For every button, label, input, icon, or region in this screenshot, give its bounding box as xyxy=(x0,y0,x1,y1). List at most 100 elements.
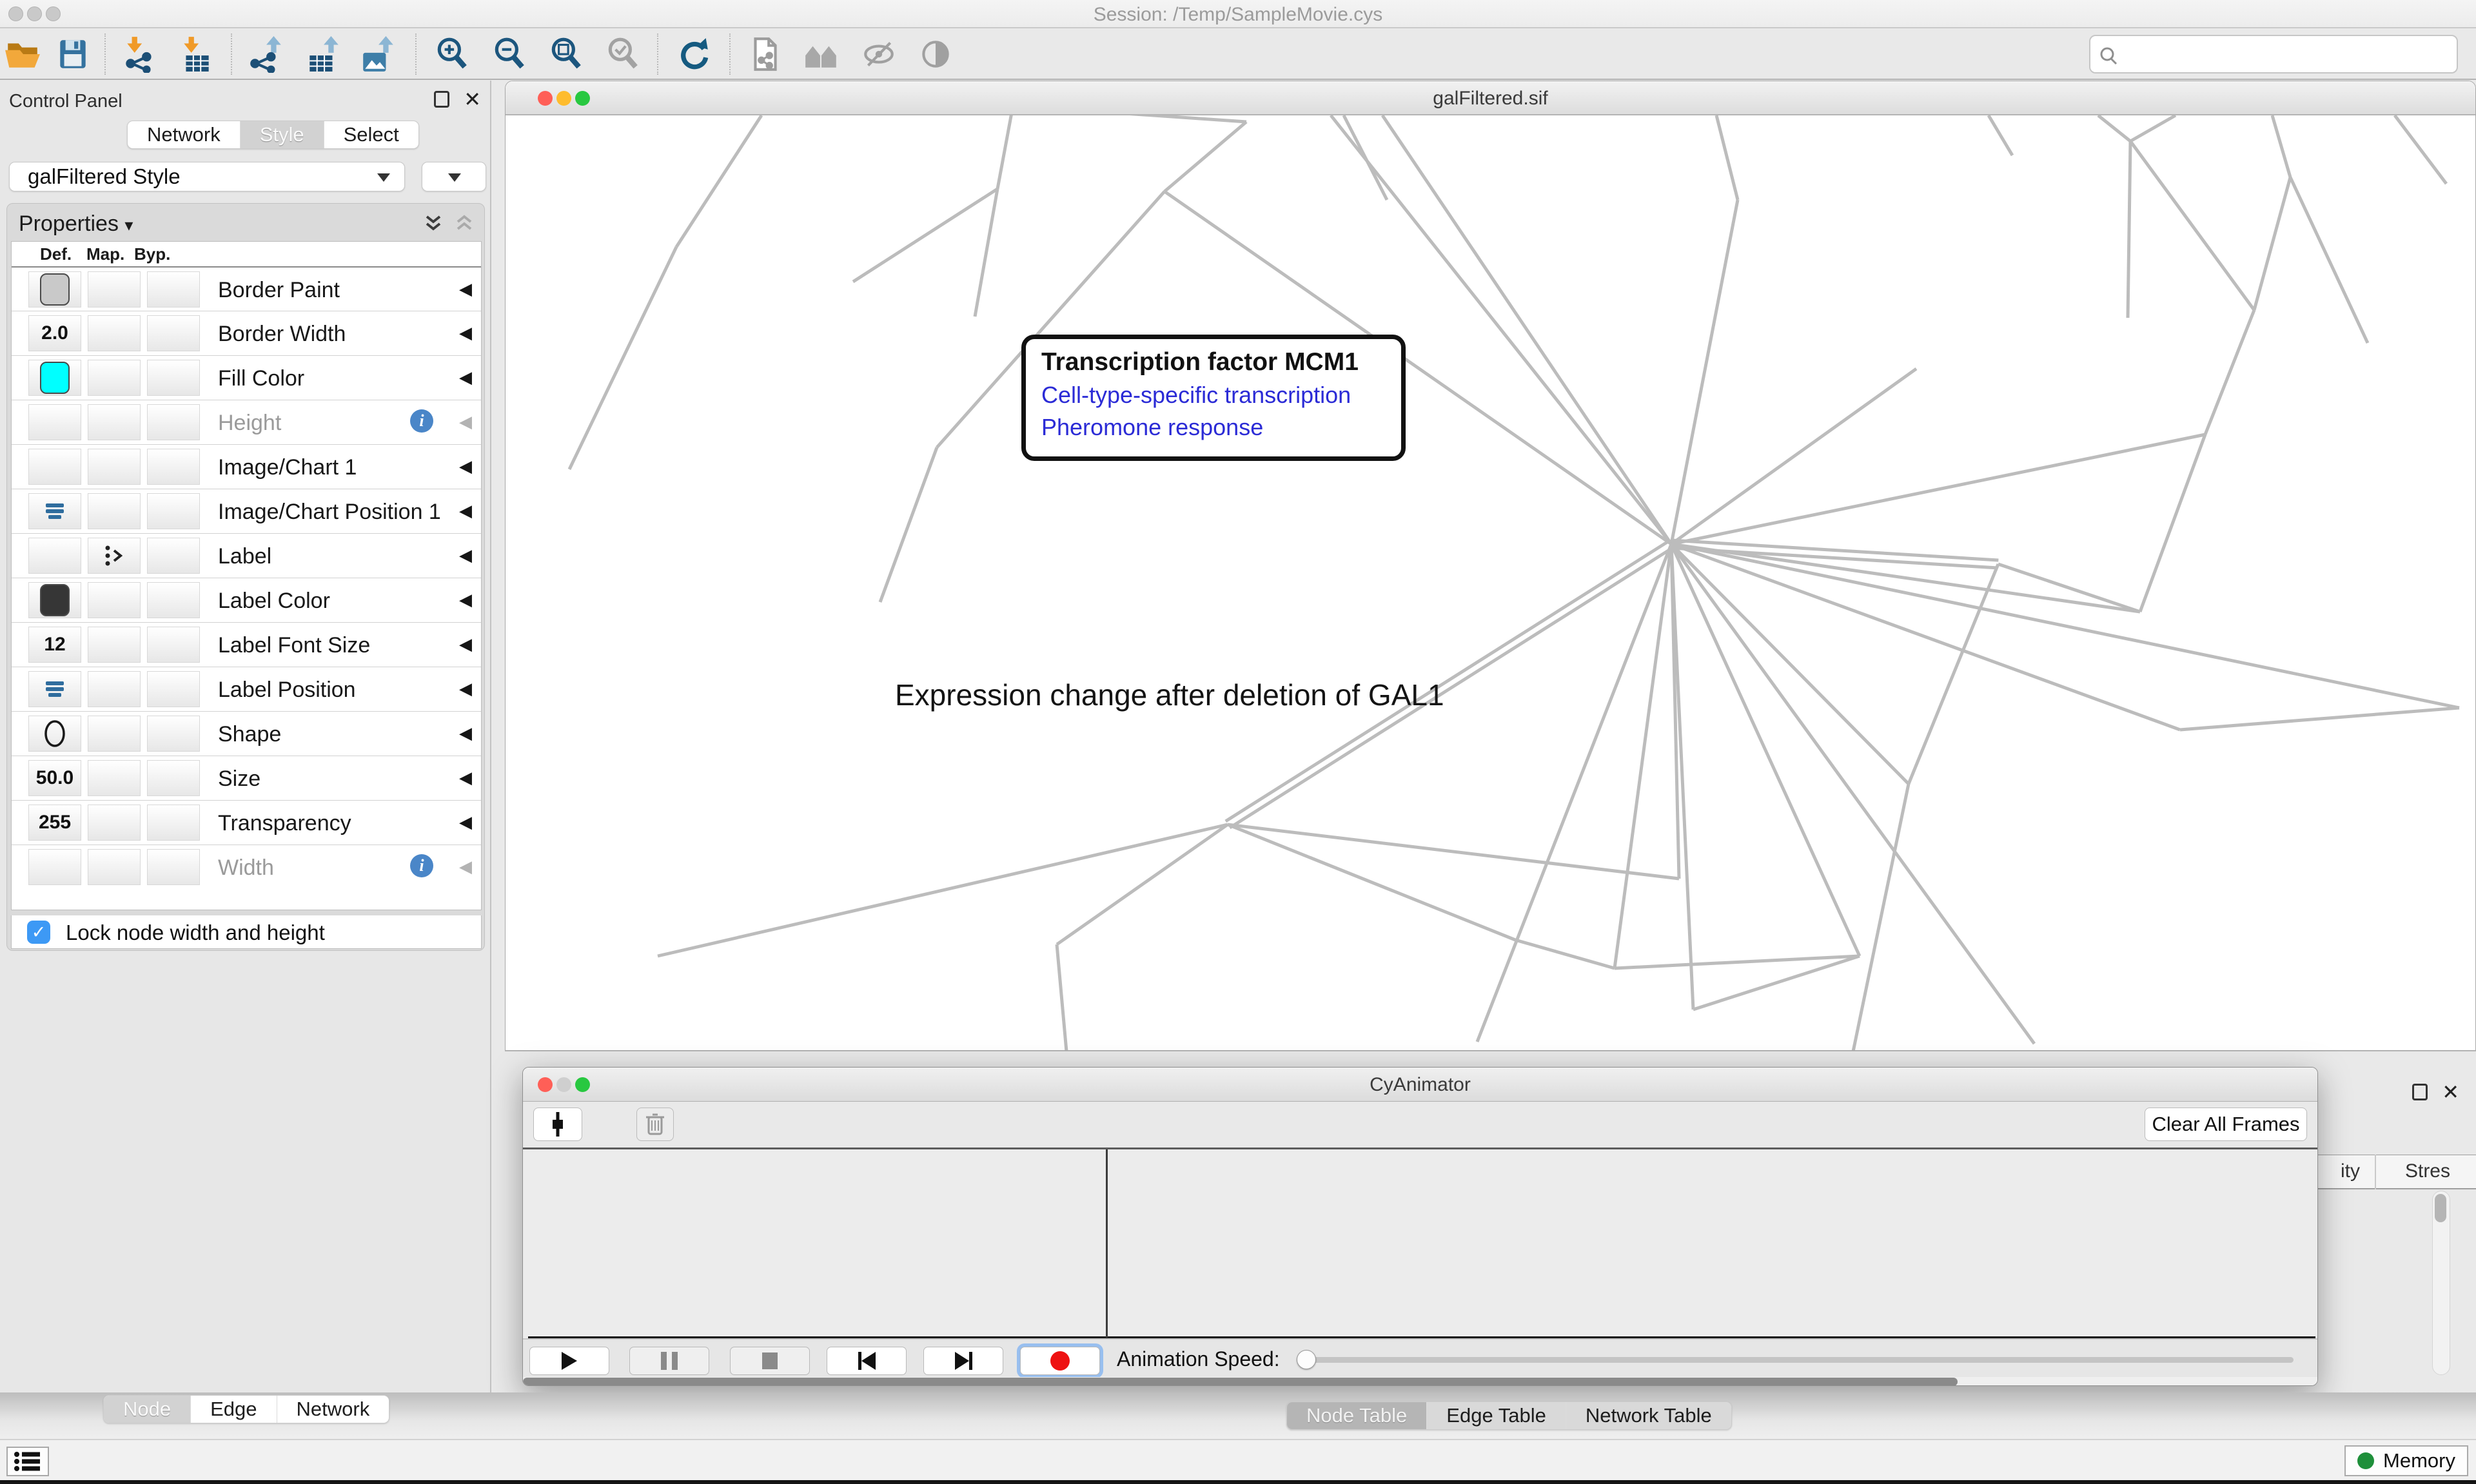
default-value-cell[interactable] xyxy=(28,404,81,440)
expand-property-icon[interactable]: ◀ xyxy=(459,456,472,476)
annotation-box[interactable]: Transcription factor MCM1 Cell-type-spec… xyxy=(1021,335,1406,461)
info-icon[interactable]: i xyxy=(410,409,433,433)
hide-labels-icon[interactable] xyxy=(860,35,898,73)
tab-select[interactable]: Select xyxy=(324,121,418,148)
lock-size-checkbox[interactable]: ✓ xyxy=(27,921,50,944)
open-session-icon[interactable] xyxy=(4,35,41,73)
network-window-titlebar[interactable]: galFiltered.sif xyxy=(506,81,2475,115)
expand-property-icon[interactable]: ◀ xyxy=(459,590,472,610)
tab-style[interactable]: Style xyxy=(240,121,324,148)
export-table-icon[interactable] xyxy=(304,35,342,73)
expand-property-icon[interactable]: ◀ xyxy=(459,323,472,343)
tab-network[interactable]: Network xyxy=(128,121,240,148)
table-column-centrality[interactable]: ity xyxy=(2341,1160,2360,1182)
slider-thumb[interactable] xyxy=(1297,1350,1316,1369)
default-value-cell[interactable]: 12 xyxy=(28,627,81,663)
default-value-cell[interactable] xyxy=(28,271,81,308)
tab-node[interactable]: Node xyxy=(104,1396,190,1423)
property-row-label-position[interactable]: Label Position◀ xyxy=(12,667,481,711)
expand-property-icon[interactable]: ◀ xyxy=(459,634,472,654)
record-button[interactable] xyxy=(1020,1347,1100,1375)
memory-button[interactable]: Memory xyxy=(2344,1445,2468,1476)
expand-property-icon[interactable]: ◀ xyxy=(459,679,472,699)
property-row-image-chart-1[interactable]: Image/Chart 1◀ xyxy=(12,444,481,489)
expand-property-icon[interactable]: ◀ xyxy=(459,723,472,743)
mapping-cell[interactable] xyxy=(88,716,141,752)
property-row-transparency[interactable]: 255Transparency◀ xyxy=(12,800,481,845)
bypass-cell[interactable] xyxy=(147,671,200,707)
expand-property-icon[interactable]: ◀ xyxy=(459,768,472,788)
mapping-cell[interactable] xyxy=(88,360,141,396)
mapping-cell[interactable] xyxy=(88,582,141,618)
style-options-button[interactable] xyxy=(422,162,486,191)
property-row-label-color[interactable]: Label Color◀ xyxy=(12,578,481,622)
add-frame-button[interactable] xyxy=(533,1108,582,1141)
animation-speed-slider[interactable] xyxy=(1297,1357,2294,1363)
default-value-cell[interactable] xyxy=(28,582,81,618)
default-value-cell[interactable]: 50.0 xyxy=(28,760,81,796)
property-row-label-font-size[interactable]: 12Label Font Size◀ xyxy=(12,622,481,667)
task-history-button[interactable] xyxy=(6,1447,49,1476)
mapping-cell[interactable] xyxy=(88,671,141,707)
property-row-border-paint[interactable]: Border Paint◀ xyxy=(12,266,481,311)
tab-network-table[interactable]: Network Table xyxy=(1566,1402,1731,1429)
skip-to-start-button[interactable] xyxy=(827,1347,907,1375)
zoom-selected-icon[interactable] xyxy=(604,35,642,73)
timeline-playhead[interactable] xyxy=(1106,1149,1108,1338)
default-value-cell[interactable] xyxy=(28,671,81,707)
bypass-cell[interactable] xyxy=(147,404,200,440)
delete-frame-button[interactable] xyxy=(636,1108,674,1141)
default-value-cell[interactable] xyxy=(28,360,81,396)
bypass-cell[interactable] xyxy=(147,716,200,752)
default-value-cell[interactable]: 255 xyxy=(28,805,81,841)
mapping-cell[interactable] xyxy=(88,404,141,440)
pause-button[interactable] xyxy=(629,1347,709,1375)
tab-edge-table[interactable]: Edge Table xyxy=(1426,1402,1566,1429)
default-value-cell[interactable] xyxy=(28,449,81,485)
collapse-all-icon[interactable] xyxy=(453,213,475,235)
expand-property-icon[interactable]: ◀ xyxy=(459,857,472,877)
play-button[interactable] xyxy=(529,1347,609,1375)
cyanimator-titlebar[interactable]: CyAnimator xyxy=(523,1068,2317,1102)
property-row-width[interactable]: Widthi◀ xyxy=(12,845,481,889)
expand-property-icon[interactable]: ◀ xyxy=(459,367,472,387)
bypass-cell[interactable] xyxy=(147,271,200,308)
mapping-cell[interactable] xyxy=(88,315,141,351)
zoom-in-icon[interactable] xyxy=(433,35,471,73)
property-row-label[interactable]: Label◀ xyxy=(12,533,481,578)
properties-header[interactable]: Properties ▾ xyxy=(19,211,133,237)
style-selector[interactable]: galFiltered Style xyxy=(9,162,405,191)
render-mode-icon[interactable] xyxy=(917,35,954,73)
skip-to-end-button[interactable] xyxy=(923,1347,1003,1375)
mapping-cell[interactable] xyxy=(88,849,141,885)
bypass-cell[interactable] xyxy=(147,849,200,885)
property-row-height[interactable]: Heighti◀ xyxy=(12,400,481,444)
stop-button[interactable] xyxy=(730,1347,810,1375)
search-input[interactable] xyxy=(2089,35,2458,73)
property-row-shape[interactable]: Shape◀ xyxy=(12,711,481,756)
property-row-fill-color[interactable]: Fill Color◀ xyxy=(12,355,481,400)
annotation-link-2[interactable]: Pheromone response xyxy=(1041,414,1401,441)
close-panel-icon[interactable]: ✕ xyxy=(464,91,481,108)
expand-property-icon[interactable]: ◀ xyxy=(459,501,472,521)
bypass-cell[interactable] xyxy=(147,582,200,618)
property-row-size[interactable]: 50.0Size◀ xyxy=(12,756,481,800)
expand-property-icon[interactable]: ◀ xyxy=(459,545,472,565)
bypass-cell[interactable] xyxy=(147,315,200,351)
bypass-cell[interactable] xyxy=(147,449,200,485)
table-scrollbar[interactable] xyxy=(2432,1191,2450,1375)
zoom-out-icon[interactable] xyxy=(491,35,528,73)
import-network-icon[interactable] xyxy=(121,35,159,73)
save-session-icon[interactable] xyxy=(54,35,92,73)
mapping-cell[interactable] xyxy=(88,271,141,308)
default-value-cell[interactable] xyxy=(28,716,81,752)
annotation-link-1[interactable]: Cell-type-specific transcription xyxy=(1041,382,1401,409)
import-table-icon[interactable] xyxy=(178,35,215,73)
float-panel-icon[interactable] xyxy=(434,91,449,108)
bypass-cell[interactable] xyxy=(147,760,200,796)
tab-node-table[interactable]: Node Table xyxy=(1287,1402,1426,1429)
default-value-cell[interactable] xyxy=(28,849,81,885)
info-icon[interactable]: i xyxy=(410,854,433,877)
export-image-icon[interactable] xyxy=(359,35,397,73)
bypass-cell[interactable] xyxy=(147,627,200,663)
